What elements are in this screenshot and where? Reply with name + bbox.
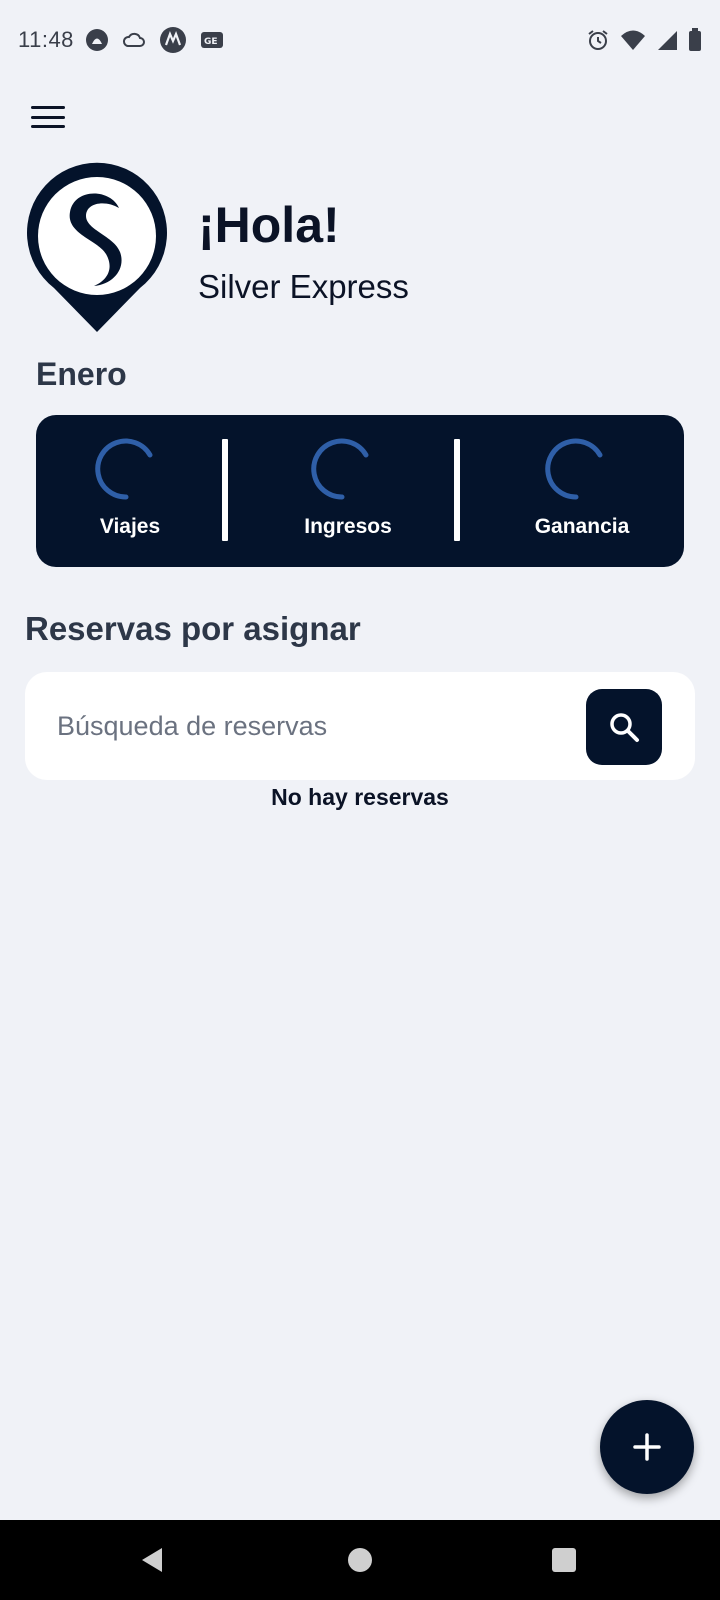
stat-profit: Ganancia (492, 415, 672, 567)
loading-spinner-icon (95, 438, 153, 500)
status-bar: 11:48 GE (0, 0, 720, 80)
ge-icon: GE (200, 30, 224, 50)
search-box (25, 672, 695, 780)
loading-spinner-icon (545, 438, 603, 500)
loading-spinner-icon (311, 438, 369, 500)
search-icon (610, 713, 639, 742)
nav-back-button[interactable] (112, 1520, 192, 1600)
month-label: Enero (36, 356, 127, 392)
cloud-icon (122, 31, 146, 49)
wifi-icon (620, 29, 646, 51)
stat-divider (454, 439, 460, 541)
status-time: 11:48 (18, 27, 74, 52)
recents-square-icon (552, 1548, 576, 1572)
stat-trips: Viajes (40, 415, 220, 567)
stat-label-income: Ingresos (304, 515, 392, 538)
back-triangle-icon (142, 1548, 162, 1572)
stat-divider (222, 439, 228, 541)
home-circle-icon (348, 1548, 372, 1572)
signal-icon (656, 29, 678, 51)
brand-logo-icon (22, 160, 172, 336)
greeting-title: ¡Hola! (198, 197, 340, 253)
motorola-icon (159, 27, 186, 53)
status-left-icons: GE (85, 27, 224, 53)
stat-label-trips: Viajes (99, 515, 161, 538)
menu-icon-line (31, 115, 65, 119)
battery-icon (688, 28, 702, 52)
alarm-icon (586, 28, 610, 52)
stats-card: Viajes Ingresos Ganancia (36, 415, 684, 567)
search-input[interactable] (57, 702, 557, 750)
nav-home-button[interactable] (320, 1520, 400, 1600)
svg-text:GE: GE (204, 37, 218, 47)
stat-label-profit: Ganancia (534, 515, 630, 538)
plus-icon (633, 1433, 661, 1461)
santander-icon (85, 29, 108, 51)
menu-button[interactable] (28, 102, 68, 132)
company-name: Silver Express (198, 268, 409, 305)
nav-recents-button[interactable] (524, 1520, 604, 1600)
section-title-reservations: Reservas por asignar (25, 610, 361, 647)
menu-icon-line (31, 106, 65, 109)
search-button[interactable] (586, 689, 662, 765)
status-right-icons (586, 28, 702, 52)
menu-icon-line (31, 125, 65, 128)
add-reservation-button[interactable] (600, 1400, 694, 1494)
system-navigation-bar (0, 1520, 720, 1600)
stat-income: Ingresos (258, 415, 438, 567)
empty-reservations-message: No hay reservas (271, 784, 449, 810)
